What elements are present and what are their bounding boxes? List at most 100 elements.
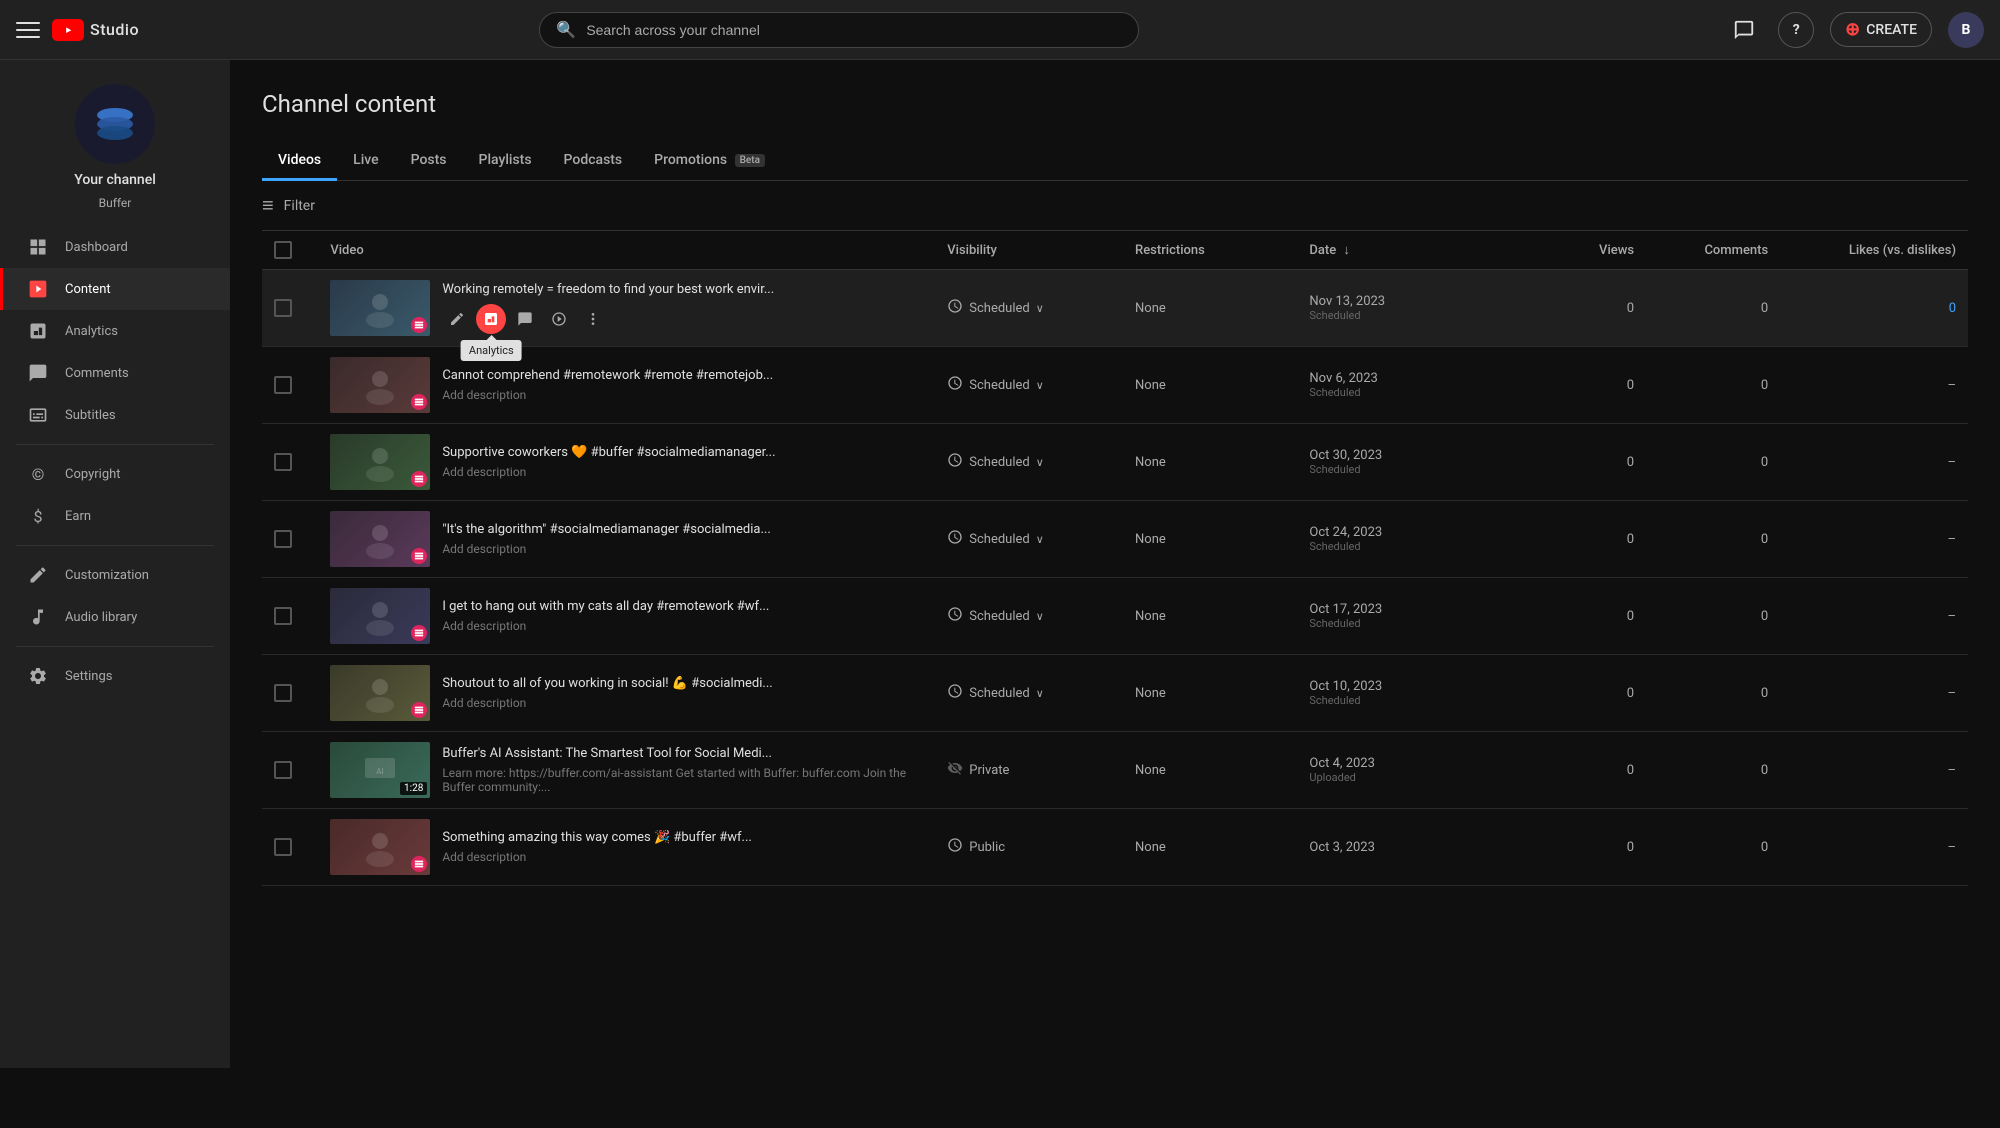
restrictions-cell: None <box>1123 655 1297 732</box>
content-table: Video Visibility Restrictions Date ↓ Vie… <box>262 231 1968 886</box>
visibility-dropdown[interactable]: Scheduled∨ <box>969 455 1044 470</box>
sidebar-item-dashboard[interactable]: Dashboard <box>0 226 230 268</box>
row-checkbox[interactable] <box>274 530 292 548</box>
video-title: Shoutout to all of you working in social… <box>442 676 923 693</box>
sidebar-item-content[interactable]: Content <box>0 268 230 310</box>
views-cell: 0 <box>1512 578 1646 655</box>
visibility-cell: Scheduled∨ <box>935 424 1123 501</box>
sidebar-item-copyright[interactable]: © Copyright <box>0 453 230 495</box>
video-description: Add description <box>442 388 923 402</box>
th-visibility: Visibility <box>935 231 1123 270</box>
tab-videos[interactable]: Videos <box>262 142 337 181</box>
channel-handle: Buffer <box>99 196 132 210</box>
sidebar-item-analytics[interactable]: Analytics <box>0 310 230 352</box>
likes-cell: – <box>1780 424 1968 501</box>
tab-podcasts[interactable]: Podcasts <box>548 142 639 181</box>
tab-playlists[interactable]: Playlists <box>463 142 548 181</box>
youtube-logo <box>52 19 84 41</box>
avatar[interactable]: B <box>1948 12 1984 48</box>
likes-dash: – <box>1947 455 1956 470</box>
row-checkbox[interactable] <box>274 684 292 702</box>
settings-label: Settings <box>65 669 112 684</box>
visibility-icon <box>947 529 963 549</box>
row-checkbox[interactable] <box>274 453 292 471</box>
restrictions-cell: None <box>1123 501 1297 578</box>
visibility-dropdown[interactable]: Public <box>969 840 1005 855</box>
date-main: Oct 24, 2023 <box>1309 525 1500 540</box>
th-date[interactable]: Date ↓ <box>1297 231 1512 270</box>
menu-button[interactable] <box>16 18 40 42</box>
video-title: Buffer's AI Assistant: The Smartest Tool… <box>442 746 923 763</box>
logo-area[interactable]: Studio <box>52 19 139 41</box>
channel-avatar[interactable] <box>75 84 155 164</box>
topbar-left: Studio <box>16 18 246 42</box>
tab-promotions[interactable]: Promotions Beta <box>638 142 781 181</box>
help-icon-button[interactable]: ? <box>1778 12 1814 48</box>
visibility-dropdown[interactable]: Scheduled∨ <box>969 686 1044 701</box>
restrictions-cell: None <box>1123 270 1297 347</box>
thumbnail <box>330 819 430 875</box>
tab-posts[interactable]: Posts <box>395 142 463 181</box>
row-checkbox[interactable] <box>274 761 292 779</box>
visibility-cell: Private <box>935 732 1123 809</box>
views-cell: 0 <box>1512 809 1646 886</box>
sidebar-item-comments[interactable]: Comments <box>0 352 230 394</box>
more-action-icon[interactable] <box>578 304 608 334</box>
sidebar-item-earn[interactable]: $ Earn <box>0 495 230 537</box>
visibility-dropdown[interactable]: Scheduled∨ <box>969 301 1044 316</box>
select-all-checkbox[interactable] <box>274 241 292 259</box>
views-cell: 0 <box>1512 655 1646 732</box>
video-cell: Cannot comprehend #remotework #remote #r… <box>318 347 935 424</box>
views-cell: 0 <box>1512 501 1646 578</box>
row-checkbox[interactable] <box>274 838 292 856</box>
restrictions-cell: None <box>1123 732 1297 809</box>
sidebar-item-subtitles[interactable]: Subtitles <box>0 394 230 436</box>
tab-live[interactable]: Live <box>337 142 394 181</box>
video-cell: Supportive coworkers 🧡 #buffer #socialme… <box>318 424 935 501</box>
youtube-action-icon[interactable] <box>544 304 574 334</box>
video-info: Buffer's AI Assistant: The Smartest Tool… <box>442 746 923 794</box>
nav-divider-2 <box>16 545 214 546</box>
analytics-icon-wrap: Analytics <box>476 304 506 334</box>
comments-icon-button[interactable] <box>1726 12 1762 48</box>
beta-badge: Beta <box>735 154 765 167</box>
visibility-dropdown[interactable]: Scheduled∨ <box>969 609 1044 624</box>
row-checkbox[interactable] <box>274 607 292 625</box>
edit-icon[interactable] <box>442 304 472 334</box>
visibility-dropdown[interactable]: Scheduled∨ <box>969 378 1044 393</box>
visibility-dropdown[interactable]: Private <box>969 763 1009 778</box>
search-bar[interactable]: 🔍 <box>539 12 1139 48</box>
video-cell: I get to hang out with my cats all day #… <box>318 578 935 655</box>
table-row: AI 1:28 Buffer's AI Assistant: The Smart… <box>262 732 1968 809</box>
search-input[interactable] <box>586 22 1122 38</box>
date-main: Oct 4, 2023 <box>1309 756 1500 771</box>
comments-action-icon[interactable] <box>510 304 540 334</box>
video-cell: Working remotely = freedom to find your … <box>318 270 935 347</box>
visibility-chevron: ∨ <box>1036 456 1044 469</box>
row-checkbox[interactable] <box>274 299 292 317</box>
visibility-icon <box>947 298 963 318</box>
create-button[interactable]: ⊕ CREATE <box>1830 12 1932 47</box>
comments-sidebar-icon <box>27 362 49 384</box>
visibility-icon <box>947 375 963 395</box>
comments-cell: 0 <box>1646 347 1780 424</box>
sidebar-item-customization[interactable]: Customization <box>0 554 230 596</box>
row-checkbox[interactable] <box>274 376 292 394</box>
date-sub: Scheduled <box>1309 386 1500 399</box>
visibility-icon <box>947 760 963 780</box>
visibility-cell: Scheduled∨ <box>935 347 1123 424</box>
customization-icon <box>27 564 49 586</box>
table-row: Shoutout to all of you working in social… <box>262 655 1968 732</box>
sidebar-item-settings[interactable]: Settings <box>0 655 230 697</box>
sidebar-item-audio-library[interactable]: Audio library <box>0 596 230 638</box>
likes-cell: – <box>1780 809 1968 886</box>
visibility-dropdown[interactable]: Scheduled∨ <box>969 532 1044 547</box>
thumbnail <box>330 434 430 490</box>
filter-row: ≡ Filter <box>262 181 1968 231</box>
analytics-action-icon[interactable] <box>476 304 506 334</box>
date-cell: Oct 24, 2023 Scheduled <box>1297 501 1512 578</box>
date-sub: Scheduled <box>1309 463 1500 476</box>
visibility-icon <box>947 837 963 857</box>
action-icons: Analytics <box>442 304 923 334</box>
promotions-label: Promotions <box>654 152 727 168</box>
